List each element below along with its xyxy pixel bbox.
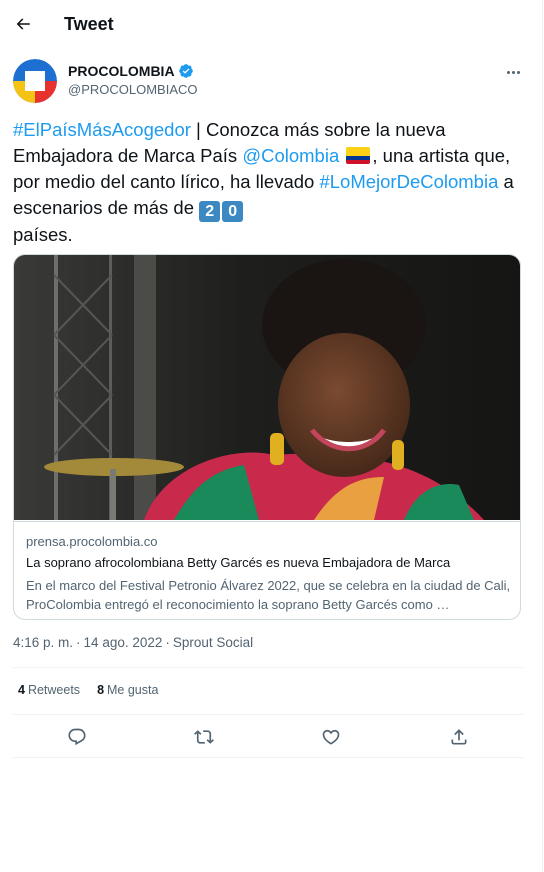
author-name-label: PROCOLOMBIA bbox=[68, 63, 175, 79]
likes-count: 8 bbox=[97, 683, 105, 697]
separator: · bbox=[76, 635, 81, 650]
card-title: La soprano afrocolombiana Betty Garcés e… bbox=[26, 555, 451, 570]
hashtag-link[interactable]: #LoMejorDeColombia bbox=[319, 171, 498, 192]
likes-label: Me gusta bbox=[107, 683, 159, 697]
tweet-stats: 4 Retweets 8 Me gusta bbox=[18, 683, 158, 697]
card-image bbox=[14, 255, 520, 520]
reply-button[interactable] bbox=[62, 722, 92, 752]
likes-stat[interactable]: 8 Me gusta bbox=[97, 683, 158, 697]
avatar[interactable] bbox=[13, 59, 57, 103]
more-dot-icon bbox=[511, 70, 515, 74]
divider bbox=[13, 667, 523, 668]
tweet-text-segment: países. bbox=[13, 224, 73, 245]
singer-photo bbox=[14, 255, 520, 520]
like-button[interactable] bbox=[316, 722, 346, 752]
more-dot-icon bbox=[506, 70, 510, 74]
verified-badge-icon bbox=[178, 64, 193, 78]
author-name[interactable]: PROCOLOMBIA bbox=[68, 63, 194, 79]
card-domain: prensa.procolombia.co bbox=[26, 534, 158, 549]
retweets-stat[interactable]: 4 Retweets bbox=[18, 683, 80, 697]
retweets-label: Retweets bbox=[27, 683, 81, 697]
tweet-page: Tweet PROCOLOMBIA @PROCOLOMBIACO #ElPaís… bbox=[0, 0, 543, 872]
more-options-button[interactable] bbox=[500, 62, 526, 82]
header: Tweet bbox=[0, 0, 543, 50]
arrow-left-icon bbox=[16, 18, 30, 30]
procolombia-logo-icon bbox=[13, 59, 57, 103]
tweet-source[interactable]: Sprout Social bbox=[173, 635, 253, 650]
back-button[interactable] bbox=[8, 9, 38, 39]
colombia-flag-icon bbox=[346, 147, 371, 164]
divider bbox=[13, 757, 523, 758]
card-info: prensa.procolombia.co La soprano afrocol… bbox=[14, 521, 520, 612]
tweet-actions bbox=[0, 722, 543, 752]
tweet-text: #ElPaísMásAcogedor | Conozca más sobre l… bbox=[13, 117, 518, 248]
divider bbox=[13, 714, 523, 715]
retweet-button[interactable] bbox=[189, 722, 219, 752]
reply-icon bbox=[68, 728, 86, 746]
hashtag-link[interactable]: #ElPaísMásAcogedor bbox=[13, 119, 191, 140]
retweet-icon bbox=[194, 730, 214, 744]
keycap-number-icon: 2 bbox=[199, 201, 221, 222]
card-description: En el marco del Festival Petronio Álvare… bbox=[26, 578, 511, 612]
more-dot-icon bbox=[516, 70, 520, 74]
tweet-meta: 4:16 p. m. · 14 ago. 2022 · Sprout Social bbox=[13, 635, 253, 650]
share-button[interactable] bbox=[444, 722, 474, 752]
retweets-count: 4 bbox=[18, 683, 25, 697]
tweet-time[interactable]: 4:16 p. m. bbox=[13, 635, 73, 650]
mention-link[interactable]: @Colombia bbox=[242, 145, 339, 166]
link-card[interactable]: prensa.procolombia.co La soprano afrocol… bbox=[13, 254, 521, 620]
like-icon bbox=[322, 729, 340, 745]
tweet-date[interactable]: 14 ago. 2022 bbox=[84, 635, 163, 650]
keycap-number-icon: 0 bbox=[222, 201, 244, 222]
author-handle[interactable]: @PROCOLOMBIACO bbox=[68, 82, 198, 97]
share-icon bbox=[451, 729, 467, 745]
page-title: Tweet bbox=[64, 14, 114, 34]
separator: · bbox=[165, 635, 170, 650]
